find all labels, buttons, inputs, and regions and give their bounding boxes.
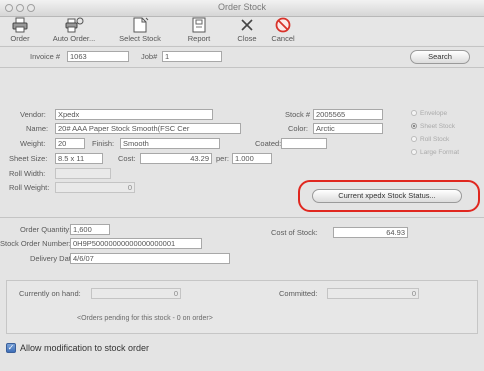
invoice-label: Invoice # [30,52,61,61]
pending-orders-text: <Orders pending for this stock - 0 on or… [77,315,213,322]
toolbar: Order Auto Order... Select Stock Report … [0,17,484,45]
order-stock-window: Order Stock Order Auto Order... Select S… [0,0,484,371]
auto-order-label: Auto Order... [52,34,96,43]
radio-dot-icon [411,136,417,143]
per-field[interactable]: 1.000 [232,153,272,164]
order-button[interactable]: Order [6,17,34,45]
order-number-field[interactable]: 0H9P50000000000000000001 [70,238,202,249]
cost-of-stock-label: Cost of Stock: [271,228,318,237]
radio-sheet-stock[interactable]: Sheet Stock [411,123,455,130]
close-button[interactable]: Close [233,17,261,45]
title-bar: Order Stock [0,0,484,17]
radio-dot-icon [411,110,417,117]
color-field[interactable]: Arctic [313,123,383,134]
report-button[interactable]: Report [183,17,215,45]
header-divider [0,67,484,68]
stock-number-label: Stock # [285,110,311,119]
radio-dot-icon [411,149,417,156]
job-field[interactable]: 1 [162,51,222,62]
roll-width-label: Roll Width: [9,169,46,178]
select-stock-button[interactable]: Select Stock [118,17,162,45]
committed-field[interactable]: 0 [327,288,419,299]
vendor-label: Vendor: [20,110,46,119]
coated-label: Coated: [255,139,282,148]
allow-modification-label: Allow modification to stock order [20,343,150,353]
on-hand-label: Currently on hand: [19,289,81,298]
select-stock-icon [133,17,149,33]
finish-label: Finish: [92,139,115,148]
close-icon [241,19,253,31]
cost-of-stock-field[interactable]: 64.93 [333,227,408,238]
window-title: Order Stock [217,2,266,12]
radio-large-format[interactable]: Large Format [411,149,459,156]
coated-field[interactable] [281,138,327,149]
weight-label: Weight: [20,139,46,148]
stock-number-field[interactable]: 2005565 [313,109,383,120]
report-label: Report [187,34,211,43]
order-number-label: Stock Order Number: [0,239,71,248]
radio-roll-stock[interactable]: Roll Stock [411,136,449,143]
order-quantity-field[interactable]: 1,600 [70,224,110,235]
toolbar-divider [0,46,484,47]
cost-label: Cost: [118,154,136,163]
highlight-annotation [298,180,480,212]
vendor-field[interactable]: Xpedx [55,109,213,120]
per-label: per: [216,154,229,163]
auto-order-icon [65,17,84,33]
sheet-size-label: Sheet Size: [9,154,48,163]
allow-modification-checkbox[interactable]: ✓ [6,343,16,353]
order-label: Order [10,34,30,43]
roll-weight-field[interactable]: 0 [55,182,135,193]
delivery-date-field[interactable]: 4/6/07 [70,253,230,264]
invoice-field[interactable]: 1063 [67,51,129,62]
color-label: Color: [288,124,309,133]
name-label: Name: [26,124,49,133]
roll-weight-label: Roll Weight: [9,183,50,192]
select-stock-label: Select Stock [119,34,161,43]
order-quantity-label: Order Quantity: [20,225,72,234]
name-field[interactable]: 20# AAA Paper Stock Smooth(FSC Cer [55,123,241,134]
cancel-icon [275,17,291,33]
roll-width-field[interactable] [55,168,111,179]
radio-envelope[interactable]: Envelope [411,110,447,117]
cancel-label: Cancel [271,34,295,43]
cancel-button[interactable]: Cancel [268,17,298,45]
committed-label: Committed: [279,289,318,298]
job-label: Job# [141,52,158,61]
cost-field[interactable]: 43.29 [140,153,212,164]
close-label: Close [237,34,257,43]
search-button[interactable]: Search [410,50,470,64]
radio-dot-icon [411,123,417,130]
weight-field[interactable]: 20 [55,138,85,149]
inventory-panel: Currently on hand: 0 Committed: 0 <Order… [6,280,478,334]
sheet-size-field[interactable]: 8.5 x 11 [55,153,103,164]
auto-order-button[interactable]: Auto Order... [52,17,96,45]
finish-field[interactable]: Smooth [120,138,220,149]
report-icon [192,17,206,33]
printer-icon [12,17,28,33]
on-hand-field[interactable]: 0 [91,288,181,299]
details-divider [0,217,484,218]
